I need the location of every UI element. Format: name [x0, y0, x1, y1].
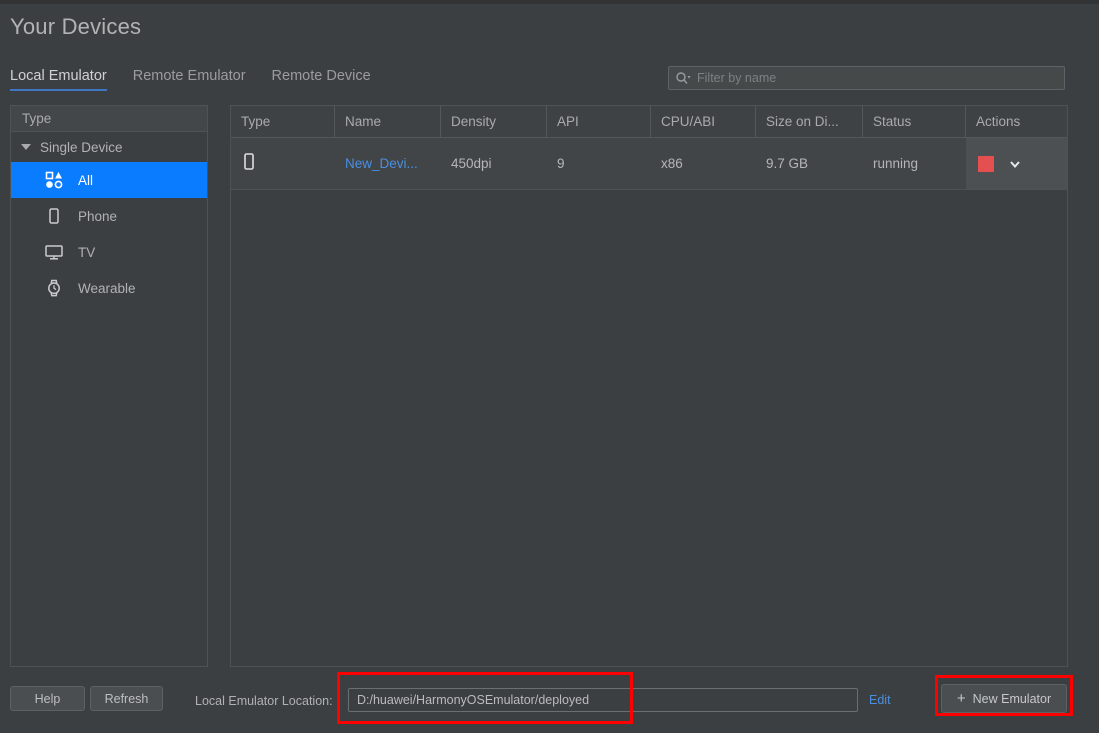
- chevron-down-icon: [21, 144, 31, 150]
- new-emulator-label: New Emulator: [972, 691, 1052, 706]
- chevron-down-icon[interactable]: [1008, 157, 1022, 171]
- tab-remote-emulator[interactable]: Remote Emulator: [133, 68, 246, 91]
- stop-square-icon[interactable]: [978, 155, 994, 172]
- sidebar-group-label: Single Device: [40, 139, 123, 155]
- table-row[interactable]: New_Devi... 450dpi 9 x86 9.7 GB running: [231, 138, 1067, 190]
- edit-link[interactable]: Edit: [869, 693, 891, 707]
- devices-table: Type Name Density API CPU/ABI Size on Di…: [230, 105, 1068, 667]
- phone-icon: [44, 206, 64, 226]
- type-sidebar: Type Single Device All Phone TV Wearable: [10, 105, 208, 667]
- table-header-row: Type Name Density API CPU/ABI Size on Di…: [231, 106, 1067, 138]
- grid-shapes-icon: [44, 170, 64, 190]
- cell-name[interactable]: New_Devi...: [335, 138, 441, 189]
- watch-icon: [44, 278, 64, 298]
- local-emulator-location-field[interactable]: D:/huawei/HarmonyOSEmulator/deployed: [348, 688, 858, 712]
- sidebar-group-single-device[interactable]: Single Device: [11, 132, 207, 162]
- sidebar-item-label: Phone: [78, 208, 118, 224]
- refresh-button[interactable]: Refresh: [90, 686, 163, 711]
- sidebar-item-tv[interactable]: TV: [11, 234, 207, 270]
- column-header-size-on-disk[interactable]: Size on Di...: [756, 106, 863, 137]
- sidebar-item-label: All: [78, 172, 94, 188]
- sidebar-item-phone[interactable]: Phone: [11, 198, 207, 234]
- column-header-actions[interactable]: Actions: [966, 106, 1067, 137]
- help-button[interactable]: Help: [10, 686, 85, 711]
- sidebar-header: Type: [11, 106, 207, 132]
- sidebar-item-wearable[interactable]: Wearable: [11, 270, 207, 306]
- device-manager-window: Your Devices Local Emulator Remote Emula…: [0, 0, 1099, 733]
- column-header-type[interactable]: Type: [231, 106, 335, 137]
- column-header-density[interactable]: Density: [441, 106, 547, 137]
- cell-cpu-abi: x86: [661, 156, 683, 171]
- column-header-cpu-abi[interactable]: CPU/ABI: [651, 106, 756, 137]
- page-title: Your Devices: [10, 14, 142, 39]
- cell-api: 9: [557, 156, 565, 171]
- local-emulator-location-label: Local Emulator Location:: [195, 694, 333, 708]
- filter-input[interactable]: Filter by name: [668, 66, 1065, 90]
- cell-type: [231, 138, 335, 189]
- tab-bar: Local Emulator Remote Emulator Remote De…: [10, 68, 397, 94]
- filter-placeholder: Filter by name: [697, 71, 777, 85]
- cell-actions: [966, 138, 1067, 189]
- tab-remote-device[interactable]: Remote Device: [272, 68, 371, 91]
- tab-local-emulator[interactable]: Local Emulator: [10, 68, 107, 91]
- window-top-strip: [0, 0, 1099, 4]
- column-header-status[interactable]: Status: [863, 106, 966, 137]
- tv-icon: [44, 242, 64, 262]
- cell-size-on-disk: 9.7 GB: [766, 156, 809, 171]
- sidebar-item-all[interactable]: All: [11, 162, 207, 198]
- cell-status: running: [873, 156, 919, 171]
- new-emulator-button[interactable]: + New Emulator: [941, 684, 1067, 713]
- sidebar-item-label: TV: [78, 244, 96, 260]
- sidebar-item-label: Wearable: [78, 280, 136, 296]
- search-icon: [675, 71, 691, 85]
- plus-icon: +: [956, 690, 966, 707]
- column-header-api[interactable]: API: [547, 106, 651, 137]
- phone-icon: [241, 152, 257, 175]
- cell-density: 450dpi: [451, 156, 492, 171]
- column-header-name[interactable]: Name: [335, 106, 441, 137]
